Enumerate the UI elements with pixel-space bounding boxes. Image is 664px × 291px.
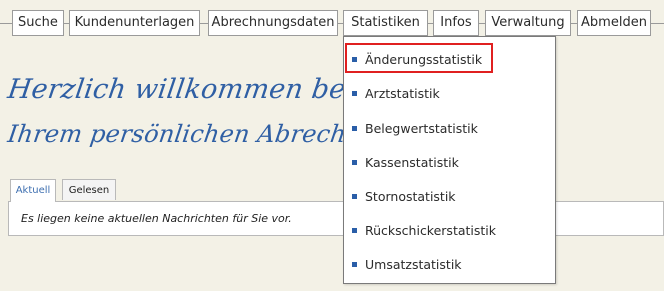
nav-item-abrechnungsdaten[interactable]: Abrechnungsdaten bbox=[208, 10, 338, 36]
bullet-icon bbox=[352, 262, 357, 267]
bullet-icon bbox=[352, 228, 357, 233]
bullet-icon bbox=[352, 160, 357, 165]
menu-item-belegwertstatistik[interactable]: Belegwertstatistik bbox=[344, 117, 555, 141]
messages-panel: Es liegen keine aktuellen Nachrichten fü… bbox=[8, 201, 664, 236]
menu-item-label: Stornostatistik bbox=[365, 189, 456, 204]
menu-item-stornostatistik[interactable]: Stornostatistik bbox=[344, 185, 555, 209]
tab-aktuell[interactable]: Aktuell bbox=[10, 179, 56, 202]
main-nav: Suche Kundenunterlagen Abrechnungsdaten … bbox=[0, 10, 664, 36]
nav-item-abmelden[interactable]: Abmelden bbox=[577, 10, 651, 36]
menu-item-label: Umsatzstatistik bbox=[365, 257, 462, 272]
menu-item-rueckschickerstatistik[interactable]: Rückschickerstatistik bbox=[344, 219, 555, 243]
nav-item-kundenunterlagen[interactable]: Kundenunterlagen bbox=[69, 10, 200, 36]
bullet-icon bbox=[352, 91, 357, 96]
menu-item-arztstatistik[interactable]: Arztstatistik bbox=[344, 82, 555, 106]
menu-item-label: Änderungsstatistik bbox=[365, 52, 483, 67]
bullet-icon bbox=[352, 126, 357, 131]
bullet-icon bbox=[352, 57, 357, 62]
nav-item-verwaltung[interactable]: Verwaltung bbox=[485, 10, 571, 36]
nav-item-suche[interactable]: Suche bbox=[12, 10, 64, 36]
bullet-icon bbox=[352, 194, 357, 199]
nav-item-infos[interactable]: Infos bbox=[433, 10, 479, 36]
statistiken-dropdown-menu: Änderungsstatistik Arztstatistik Belegwe… bbox=[343, 36, 556, 284]
menu-item-aenderungsstatistik[interactable]: Änderungsstatistik bbox=[344, 48, 555, 72]
tab-gelesen[interactable]: Gelesen bbox=[62, 179, 116, 200]
menu-item-label: Kassenstatistik bbox=[365, 155, 459, 170]
no-messages-text: Es liegen keine aktuellen Nachrichten fü… bbox=[21, 212, 292, 225]
menu-item-label: Arztstatistik bbox=[365, 86, 440, 101]
menu-item-kassenstatistik[interactable]: Kassenstatistik bbox=[344, 151, 555, 175]
menu-item-label: Rückschickerstatistik bbox=[365, 223, 497, 238]
menu-item-label: Belegwertstatistik bbox=[365, 121, 478, 136]
nav-item-statistiken[interactable]: Statistiken bbox=[343, 10, 428, 36]
menu-item-umsatzstatistik[interactable]: Umsatzstatistik bbox=[344, 253, 555, 277]
